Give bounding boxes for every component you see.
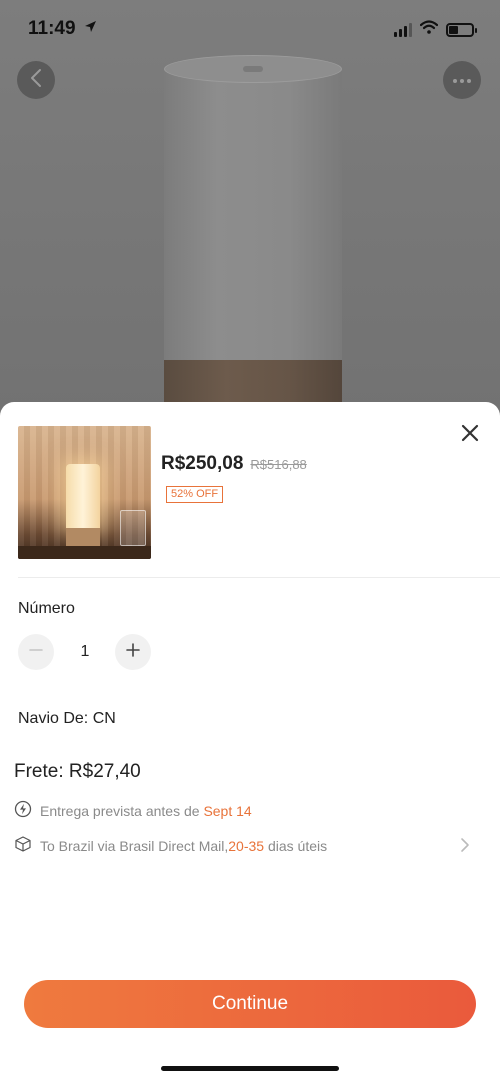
chevron-right-icon[interactable]: [458, 836, 472, 859]
plus-icon: [125, 642, 141, 663]
sku-bottom-sheet: R$250,08 R$516,88 52% OFF Número 1 Navio…: [0, 402, 500, 1082]
shipping-text: To Brazil via Brasil Direct Mail,: [40, 837, 229, 854]
more-button[interactable]: [443, 61, 481, 99]
shipping-method[interactable]: To Brazil via Brasil Direct Mail,20-35 d…: [14, 835, 327, 856]
close-icon: [458, 424, 482, 449]
minus-icon: [28, 642, 44, 663]
ship-from-label: Navio De: CN: [18, 710, 116, 727]
original-price: R$516,88: [250, 457, 307, 472]
discount-badge: 52% OFF: [166, 486, 224, 503]
chevron-left-icon: [29, 68, 43, 93]
home-indicator: [161, 1066, 339, 1071]
shipping-days-range: 20-35: [228, 837, 265, 854]
lightning-icon: [14, 800, 32, 821]
wifi-icon: [419, 20, 439, 39]
status-time: 11:49: [28, 18, 76, 39]
product-thumbnail: [18, 426, 151, 559]
more-horizontal-icon: [452, 71, 472, 89]
package-icon: [14, 835, 32, 856]
cellular-signal-icon: [394, 22, 412, 37]
current-price: R$250,08: [161, 453, 244, 474]
divider: [18, 577, 500, 578]
back-button[interactable]: [17, 61, 55, 99]
quantity-increase-button[interactable]: [115, 634, 151, 670]
battery-icon: [446, 22, 477, 37]
delivery-date: Sept 14: [203, 802, 252, 819]
location-arrow-icon: [84, 20, 97, 38]
delivery-text: Entrega prevista antes de: [40, 802, 204, 819]
product-image-lamp: [164, 55, 342, 420]
product-gallery-background: [0, 0, 500, 420]
close-button[interactable]: [458, 421, 482, 445]
quantity-value[interactable]: 1: [68, 643, 102, 661]
price-row: R$250,08 R$516,88: [161, 453, 307, 475]
quantity-decrease-button[interactable]: [18, 634, 54, 670]
delivery-estimate: Entrega prevista antes de Sept 14: [14, 800, 252, 821]
freight-cost: Frete: R$27,40: [14, 761, 141, 782]
status-bar: 11:49: [0, 0, 500, 60]
continue-button[interactable]: Continue: [24, 980, 476, 1028]
quantity-label: Número: [18, 600, 75, 617]
shipping-suffix: dias úteis: [264, 837, 328, 854]
